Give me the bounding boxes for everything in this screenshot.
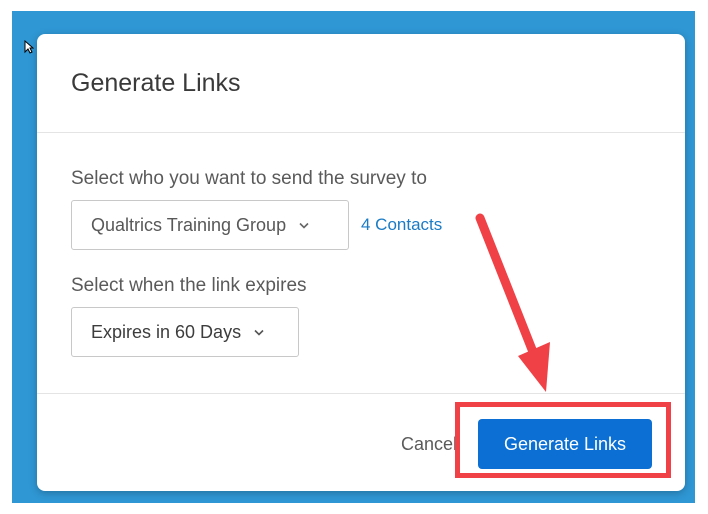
contacts-count-link[interactable]: 4 Contacts [361,215,442,235]
recipients-dropdown-value: Qualtrics Training Group [91,214,287,235]
cancel-button[interactable]: Cancel [367,428,457,460]
chevron-down-icon [299,222,309,229]
mouse-pointer-icon [24,40,34,54]
recipients-dropdown[interactable]: Qualtrics Training Group [71,200,349,250]
dialog-title: Generate Links [71,69,241,97]
expiration-dropdown-value: Expires in 60 Days [91,321,242,342]
expiration-label: Select when the link expires [71,275,307,296]
recipients-label: Select who you want to send the survey t… [71,168,427,189]
chevron-down-icon [254,329,264,336]
generate-links-dialog: Generate Links Select who you want to se… [37,34,685,491]
expiration-dropdown[interactable]: Expires in 60 Days [71,307,299,357]
dialog-header: Generate Links [37,34,685,133]
generate-links-button[interactable]: Generate Links [478,419,652,469]
dialog-footer-divider [37,393,685,394]
